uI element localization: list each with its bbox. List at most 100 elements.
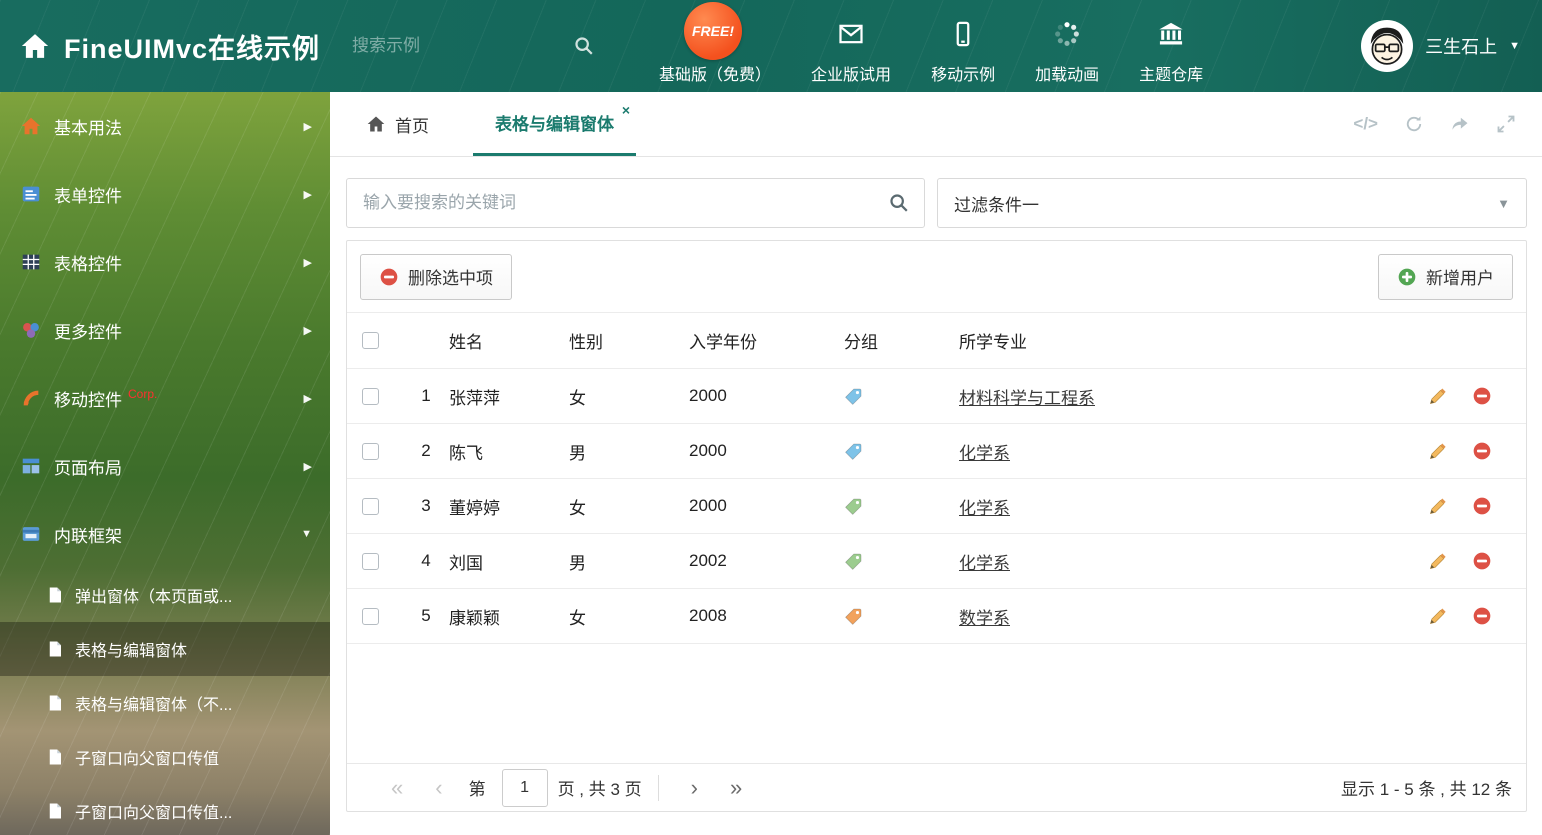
keyword-search-input[interactable]	[363, 193, 888, 213]
sidebar-item-grid-controls[interactable]: 表格控件 ▶	[0, 228, 330, 296]
prev-page-icon[interactable]: ‹	[419, 775, 458, 801]
tab-bar: 首页 表格与编辑窗体 × </>	[330, 92, 1542, 157]
table-row: 2 陈飞 男 2000 化学系	[347, 424, 1526, 479]
form-icon	[20, 183, 42, 205]
column-header-year[interactable]: 入学年份	[689, 328, 844, 353]
app-root: FineUIMvc在线示例 FREE! 基础版（免费） 企业版试用	[0, 0, 1542, 835]
sidebar-item-label: 移动控件	[54, 390, 122, 410]
major-link[interactable]: 材料科学与工程系	[959, 389, 1095, 408]
house-icon	[20, 115, 42, 137]
home-icon[interactable]	[20, 31, 50, 61]
delete-icon[interactable]	[1472, 551, 1492, 571]
share-icon[interactable]	[1450, 114, 1470, 134]
edit-icon[interactable]	[1428, 496, 1448, 516]
sidebar-item-label: 基本用法	[54, 118, 122, 138]
column-header-group[interactable]: 分组	[844, 328, 959, 353]
cell-year: 2000	[689, 386, 727, 405]
add-user-button[interactable]: 新增用户	[1378, 253, 1513, 300]
delete-selected-button[interactable]: 删除选中项	[360, 253, 512, 300]
sidebar-item-iframe[interactable]: 内联框架 ▼	[0, 500, 330, 568]
select-all-checkbox[interactable]	[362, 332, 379, 349]
row-index: 3	[421, 496, 431, 515]
row-checkbox[interactable]	[362, 442, 379, 460]
row-checkbox[interactable]	[362, 497, 379, 515]
arrow-right-icon: ▶	[303, 188, 312, 201]
tag-icon[interactable]	[844, 607, 863, 626]
delete-icon[interactable]	[1472, 386, 1492, 406]
sidebar-subitem-child-to-parent[interactable]: 子窗口向父窗口传值	[0, 730, 330, 784]
avatar	[1361, 20, 1414, 72]
first-page-icon[interactable]: «	[375, 775, 419, 801]
table-header-row: 姓名 性别 入学年份 分组 所学专业	[347, 313, 1526, 369]
nav-mobile-demo[interactable]: 移动示例	[931, 8, 995, 85]
sidebar-item-basic-usage[interactable]: 基本用法 ▶	[0, 92, 330, 160]
sidebar-subitem-grid-edit-window[interactable]: 表格与编辑窗体	[0, 622, 330, 676]
column-header-gender[interactable]: 性别	[569, 328, 689, 353]
tag-icon[interactable]	[844, 552, 863, 571]
nav-enterprise-trial[interactable]: 企业版试用	[811, 8, 891, 85]
layout-icon	[20, 455, 42, 477]
refresh-icon[interactable]	[1404, 114, 1424, 134]
pagination-bar: « ‹ 第 页 , 共 3 页 › » 显示 1 - 5 条 , 共 12 条	[347, 763, 1526, 811]
page-number-input[interactable]	[501, 768, 548, 807]
close-icon[interactable]: ×	[622, 103, 630, 117]
table-row: 3 董婷婷 女 2000 化学系	[347, 479, 1526, 534]
row-checkbox[interactable]	[362, 387, 379, 405]
sidebar-subitem-child-to-parent-2[interactable]: 子窗口向父窗口传值...	[0, 784, 330, 835]
content-area: 过滤条件一 ▼ 删除选中项 新增用户	[330, 157, 1542, 835]
edit-icon[interactable]	[1428, 606, 1448, 626]
tag-icon[interactable]	[844, 442, 863, 461]
nav-loading-animation[interactable]: 加载动画	[1035, 8, 1099, 85]
sidebar-subitem-popup-window[interactable]: 弹出窗体（本页面或...	[0, 568, 330, 622]
major-link[interactable]: 化学系	[959, 554, 1010, 573]
delete-icon[interactable]	[1472, 441, 1492, 461]
arrow-right-icon: ▶	[303, 460, 312, 473]
nav-label: 加载动画	[1035, 66, 1100, 84]
header-search-input[interactable]	[352, 36, 574, 56]
source-code-icon[interactable]: </>	[1353, 114, 1378, 134]
last-page-icon[interactable]: »	[714, 775, 758, 801]
delete-icon[interactable]	[1472, 606, 1492, 626]
table-row: 5 康颖颖 女 2008 数学系	[347, 589, 1526, 644]
tag-icon[interactable]	[844, 387, 863, 406]
major-link[interactable]: 化学系	[959, 444, 1010, 463]
user-menu[interactable]: 三生石上 ▼	[1361, 20, 1520, 72]
edit-icon[interactable]	[1428, 386, 1448, 406]
sidebar-subitem-grid-edit-window-2[interactable]: 表格与编辑窗体（不...	[0, 676, 330, 730]
record-summary: 显示 1 - 5 条 , 共 12 条	[1341, 780, 1512, 799]
cell-year: 2000	[689, 496, 727, 515]
filter-dropdown[interactable]: 过滤条件一 ▼	[937, 178, 1527, 228]
sidebar-subitem-label: 表格与编辑窗体（不...	[75, 697, 233, 714]
sidebar-subitem-label: 弹出窗体（本页面或...	[75, 589, 233, 606]
plus-circle-icon	[1398, 268, 1416, 285]
search-icon[interactable]	[573, 35, 595, 57]
delete-icon[interactable]	[1472, 496, 1492, 516]
edit-icon[interactable]	[1428, 441, 1448, 461]
tab-home[interactable]: 首页	[344, 92, 451, 156]
column-header-name[interactable]: 姓名	[449, 328, 569, 353]
sidebar-item-form-controls[interactable]: 表单控件 ▶	[0, 160, 330, 228]
major-link[interactable]: 数学系	[959, 609, 1010, 628]
search-icon[interactable]	[888, 192, 910, 214]
tag-icon[interactable]	[844, 497, 863, 516]
sidebar-item-label: 内联框架	[54, 526, 122, 546]
sidebar-item-mobile-controls[interactable]: 移动控件 Corp. ▶	[0, 364, 330, 432]
next-page-icon[interactable]: ›	[675, 775, 714, 801]
cell-name: 董婷婷	[449, 498, 500, 518]
arrow-right-icon: ▶	[303, 256, 312, 269]
expand-icon[interactable]	[1496, 114, 1516, 134]
row-checkbox[interactable]	[362, 552, 379, 570]
nav-theme-store[interactable]: 主题仓库	[1139, 8, 1203, 85]
sidebar-item-more-controls[interactable]: 更多控件 ▶	[0, 296, 330, 364]
top-header: FineUIMvc在线示例 FREE! 基础版（免费） 企业版试用	[0, 0, 1542, 92]
major-link[interactable]: 化学系	[959, 499, 1010, 518]
edit-icon[interactable]	[1428, 551, 1448, 571]
row-checkbox[interactable]	[362, 607, 379, 625]
sidebar-item-label: 表格控件	[54, 254, 122, 274]
cell-year: 2002	[689, 551, 727, 570]
tab-grid-edit-window[interactable]: 表格与编辑窗体 ×	[473, 92, 636, 156]
cell-gender: 女	[569, 388, 586, 408]
column-header-major[interactable]: 所学专业	[959, 328, 1396, 353]
sidebar-item-label: 表单控件	[54, 186, 122, 206]
sidebar-item-page-layout[interactable]: 页面布局 ▶	[0, 432, 330, 500]
